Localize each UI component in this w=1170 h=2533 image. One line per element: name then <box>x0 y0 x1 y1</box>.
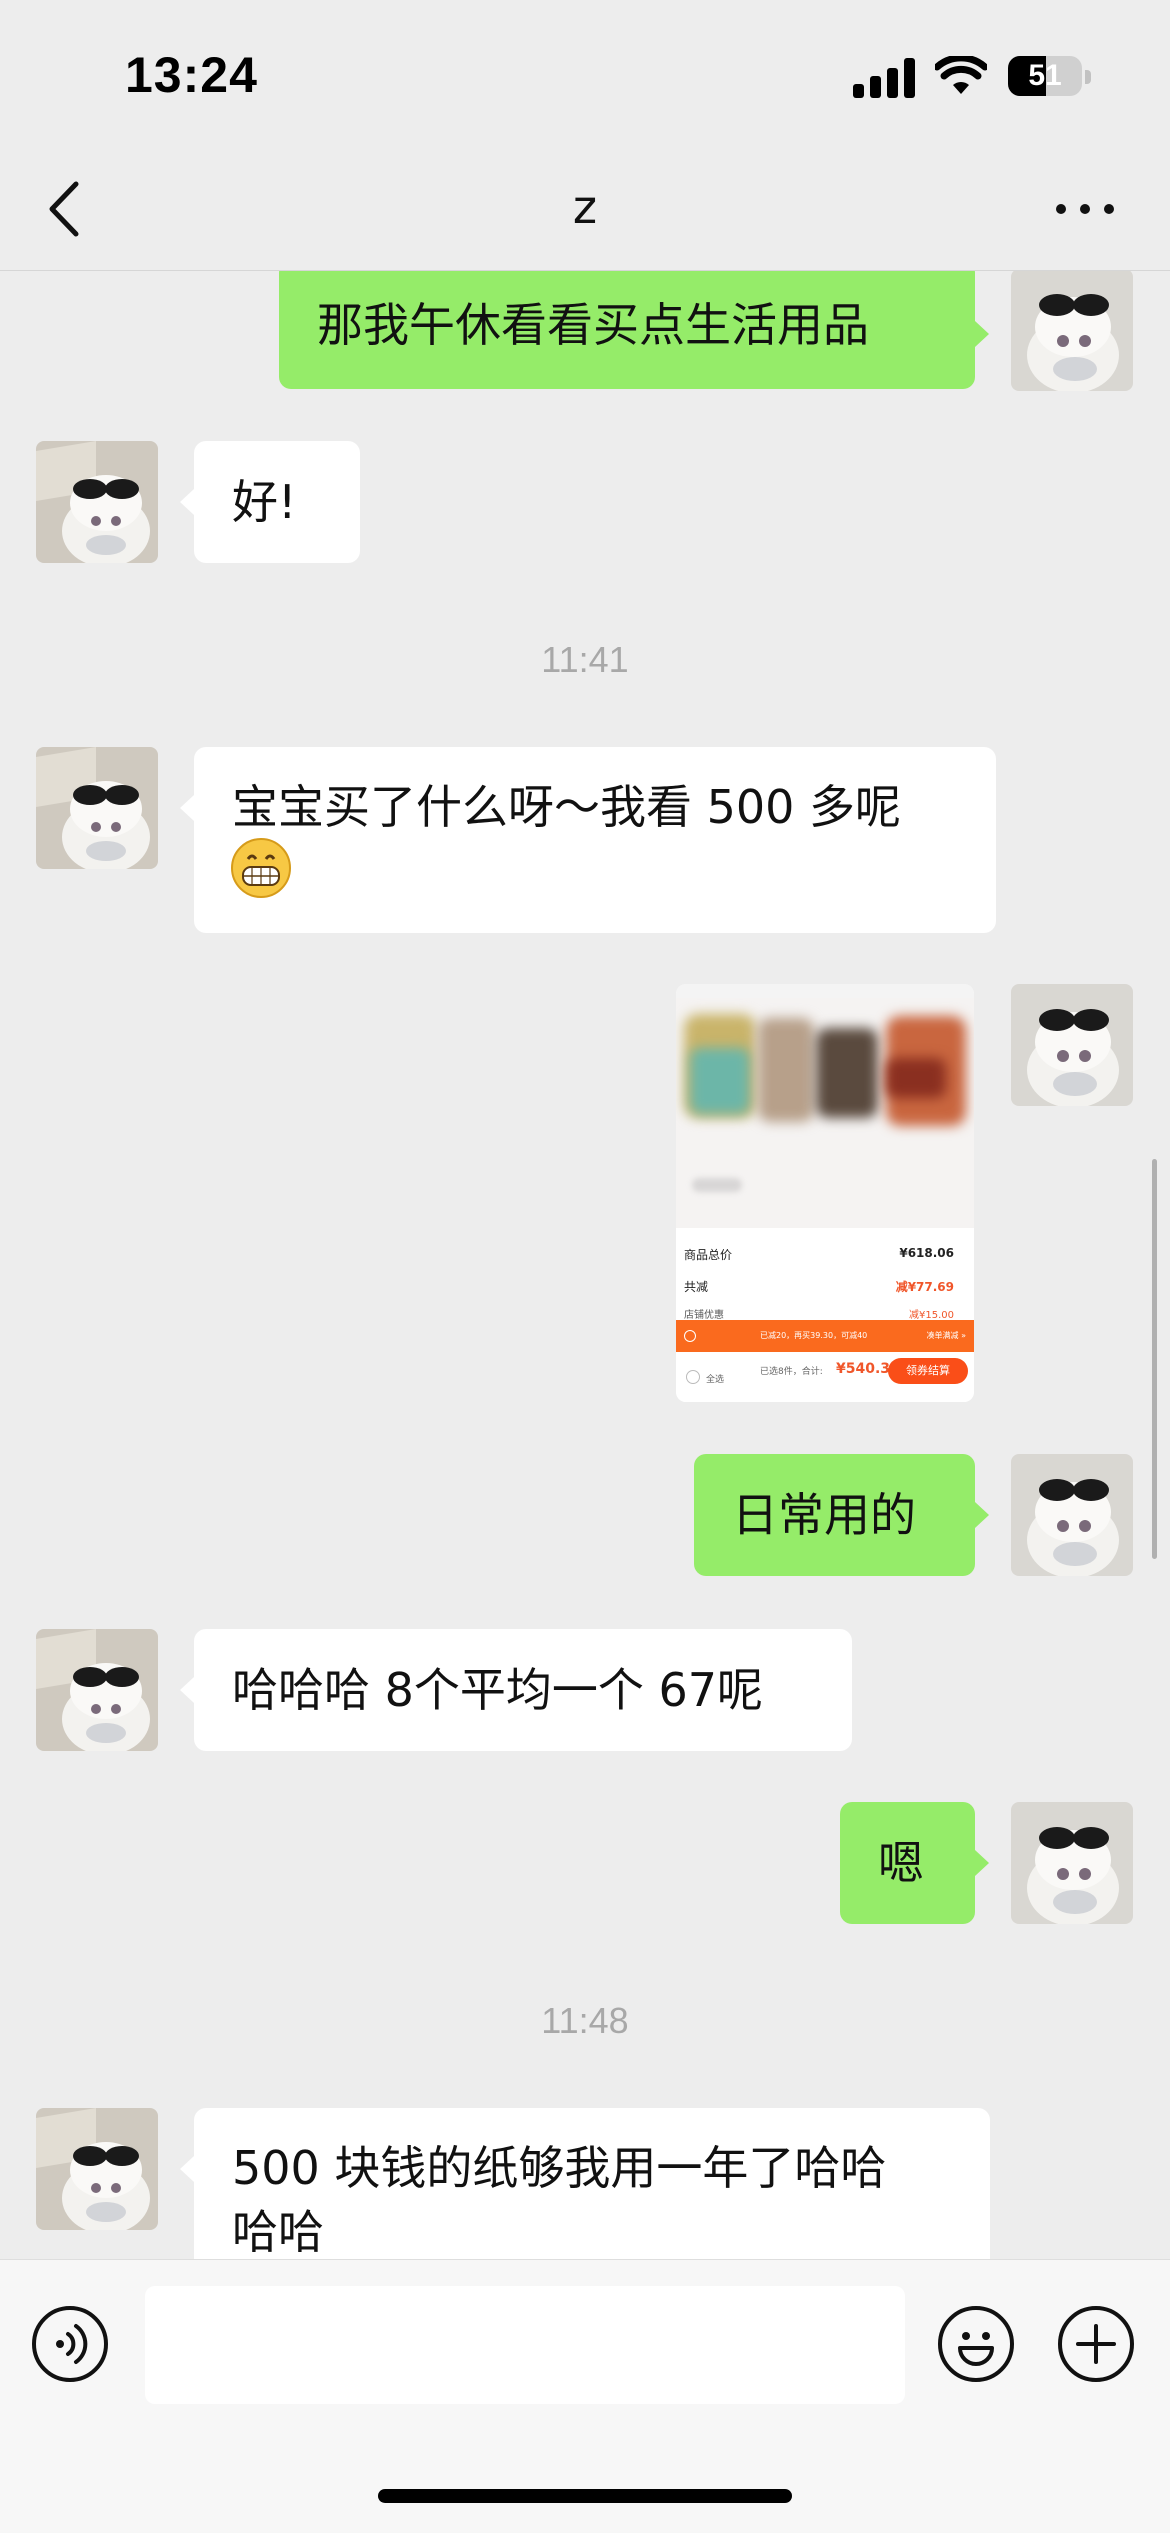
selected-count: 已选8件，合计: <box>760 1367 823 1377</box>
discount-row: 共减 减¥77.69 <box>684 1278 966 1295</box>
grin-emoji-icon <box>230 837 292 899</box>
bubble-tail <box>975 1502 989 1528</box>
more-options-icon[interactable] <box>1050 188 1120 228</box>
bubble-tail <box>180 2156 194 2182</box>
discount-value: 减¥77.69 <box>895 1280 954 1294</box>
message-text: 宝宝买了什么呀～我看 500 多呢 <box>232 780 902 834</box>
scroll-indicator <box>1152 1159 1157 1559</box>
add-more-icon[interactable] <box>1058 2306 1134 2382</box>
contact-avatar[interactable] <box>36 441 158 563</box>
chat-title: z <box>572 180 598 234</box>
home-indicator[interactable] <box>378 2489 792 2503</box>
chat-header: z <box>0 150 1170 270</box>
message-text: 哈哈哈 8个平均一个 67呢 <box>232 1663 764 1717</box>
contact-avatar[interactable] <box>36 747 158 869</box>
status-bar: 13:24 51 <box>0 0 1170 150</box>
promo-text: 已减20，再买39.30，可减40 <box>760 1331 868 1340</box>
select-all-label: 全选 <box>706 1375 725 1385</box>
self-avatar[interactable] <box>1011 1802 1133 1924</box>
checkout-row: 全选 已选8件，合计: ¥540.37 领券结算 <box>676 1352 974 1402</box>
contact-avatar[interactable] <box>36 2108 158 2230</box>
shop-row: 店铺优惠 减¥15.00 <box>684 1306 966 1321</box>
cellular-signal-icon <box>853 58 915 98</box>
total-row: 商品总价 ¥618.06 <box>684 1246 966 1263</box>
message-outgoing[interactable]: 日常用的 <box>694 1454 975 1576</box>
message-text: 日常用的 <box>732 1488 916 1542</box>
checkout-button: 领券结算 <box>888 1358 968 1384</box>
message-input[interactable] <box>145 2286 905 2404</box>
message-incoming[interactable]: 500 块钱的纸够我用一年了哈哈 哈哈 <box>194 2108 990 2259</box>
message-outgoing[interactable]: 那我午休看看买点生活用品 <box>279 271 975 389</box>
message-text: 好! <box>232 475 297 529</box>
message-list[interactable]: 那我午休看看买点生活用品 好! 11:41 宝宝买了什么呀～我看 500 多呢 <box>0 271 1170 2259</box>
shop-value: 减¥15.00 <box>909 1310 954 1321</box>
bubble-tail <box>180 795 194 821</box>
message-text: 哈哈 <box>232 2205 324 2259</box>
battery-tip <box>1085 70 1091 84</box>
battery-icon: 51 <box>1008 56 1082 96</box>
total-label: 商品总价 <box>684 1248 733 1262</box>
bubble-tail <box>180 1677 194 1703</box>
total-value: ¥618.06 <box>899 1246 954 1260</box>
discount-label: 共减 <box>684 1280 709 1294</box>
voice-input-icon[interactable] <box>32 2306 108 2382</box>
promo-link: 凑单满减 » <box>926 1331 966 1340</box>
wifi-icon <box>935 56 987 94</box>
message-timestamp: 11:41 <box>541 639 629 680</box>
contact-avatar[interactable] <box>36 1629 158 1751</box>
status-time: 13:24 <box>125 47 258 103</box>
message-outgoing[interactable]: 嗯 <box>840 1802 975 1924</box>
bubble-tail <box>180 489 194 515</box>
promo-bar: 已减20，再买39.30，可减40 凑单满减 » <box>676 1320 974 1352</box>
message-text: 那我午休看看买点生活用品 <box>317 298 869 352</box>
blurred-products <box>676 998 974 1228</box>
self-avatar[interactable] <box>1011 984 1133 1106</box>
self-avatar[interactable] <box>1011 1454 1133 1576</box>
battery-level: 51 <box>1028 59 1062 92</box>
message-incoming[interactable]: 好! <box>194 441 360 563</box>
self-avatar[interactable] <box>1011 271 1133 391</box>
bubble-tail <box>975 1850 989 1876</box>
shared-screenshot-image[interactable]: 商品总价 ¥618.06 共减 减¥77.69 店铺优惠 减¥15.00 已减2… <box>676 984 974 1402</box>
message-text: 500 块钱的纸够我用一年了哈哈 <box>232 2141 887 2195</box>
bubble-tail <box>975 321 989 347</box>
message-incoming[interactable]: 哈哈哈 8个平均一个 67呢 <box>194 1629 852 1751</box>
message-timestamp: 11:48 <box>541 2000 629 2041</box>
message-incoming[interactable]: 宝宝买了什么呀～我看 500 多呢 <box>194 747 996 933</box>
message-text: 嗯 <box>878 1836 924 1890</box>
emoji-icon[interactable] <box>938 2306 1014 2382</box>
